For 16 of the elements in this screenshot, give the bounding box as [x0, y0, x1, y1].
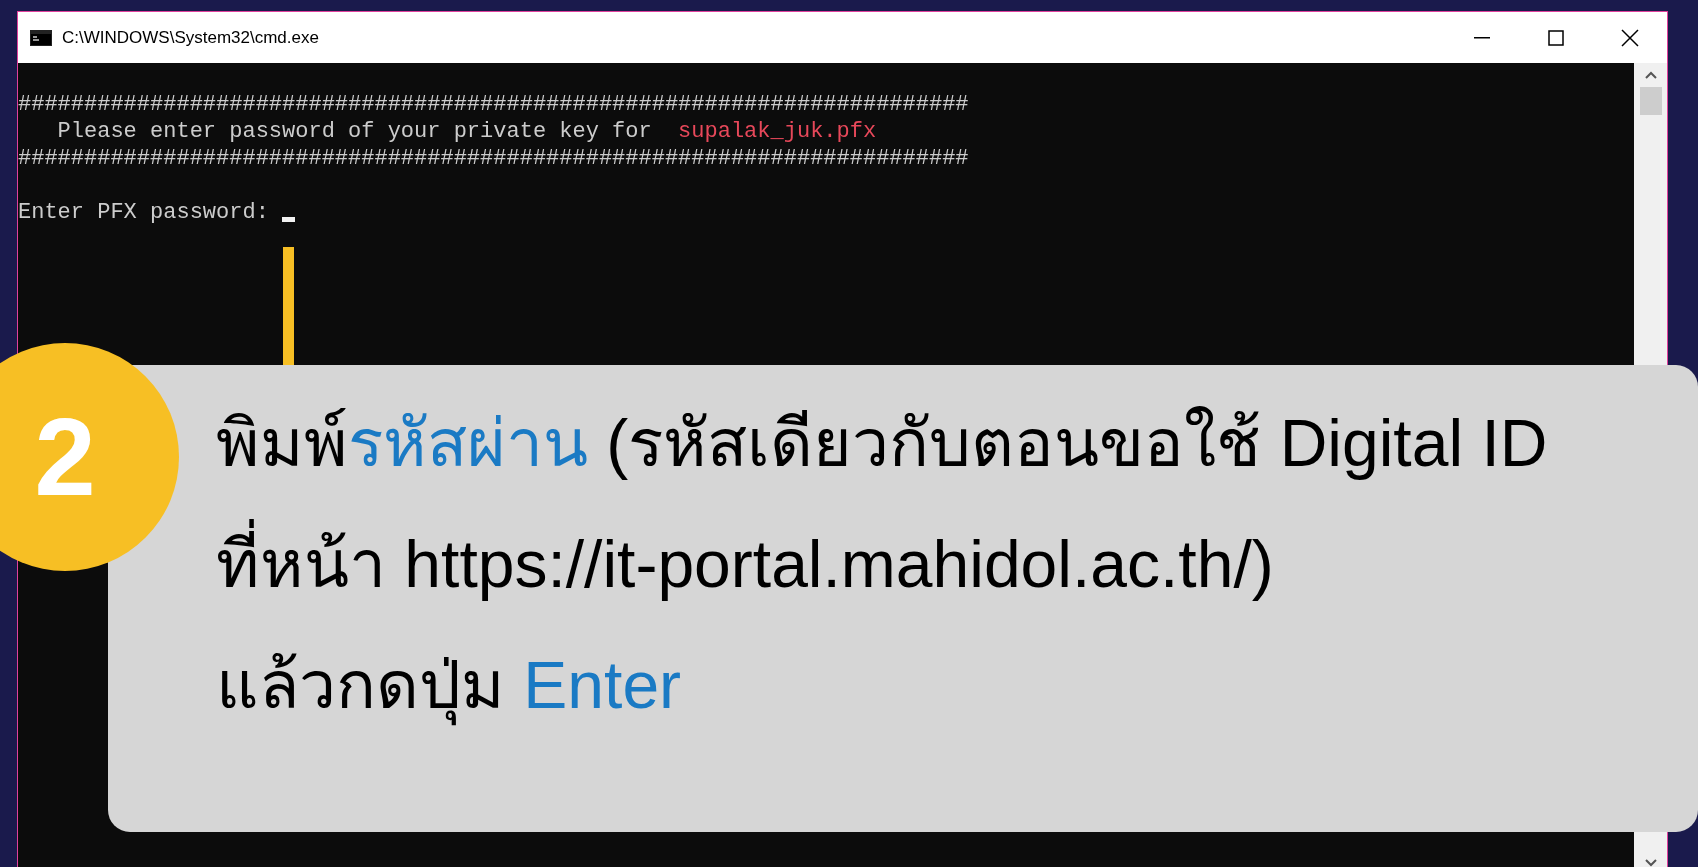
close-icon [1621, 28, 1639, 47]
console-icon [30, 29, 52, 46]
console-line: ######################################################################## [18, 145, 969, 172]
text-cursor [282, 217, 296, 222]
minimize-icon [1474, 36, 1490, 39]
maximize-icon [1548, 29, 1564, 46]
window-title: C:\WINDOWS\System32\cmd.exe [62, 27, 320, 48]
console-line: Please enter password of your private key for supalak_juk.pfx [56, 118, 877, 145]
instruction-text: พิมพ์รหัสผ่าน (รหัสเดียวกับตอนขอใช้ Digital ID [216, 405, 1549, 482]
scroll-up-icon[interactable] [1644, 71, 1657, 79]
console-line: ######################################################################## [18, 91, 969, 118]
instruction-text: แล้วกดปุ่ม Enter [216, 625, 1698, 746]
scrollbar-thumb[interactable] [1639, 87, 1662, 115]
password-prompt: Enter PFX password: [18, 199, 270, 226]
scroll-down-icon[interactable] [1644, 859, 1657, 867]
instruction-text: ที่หน้า https://it-portal.mahidol.ac.th/) [216, 504, 1698, 625]
